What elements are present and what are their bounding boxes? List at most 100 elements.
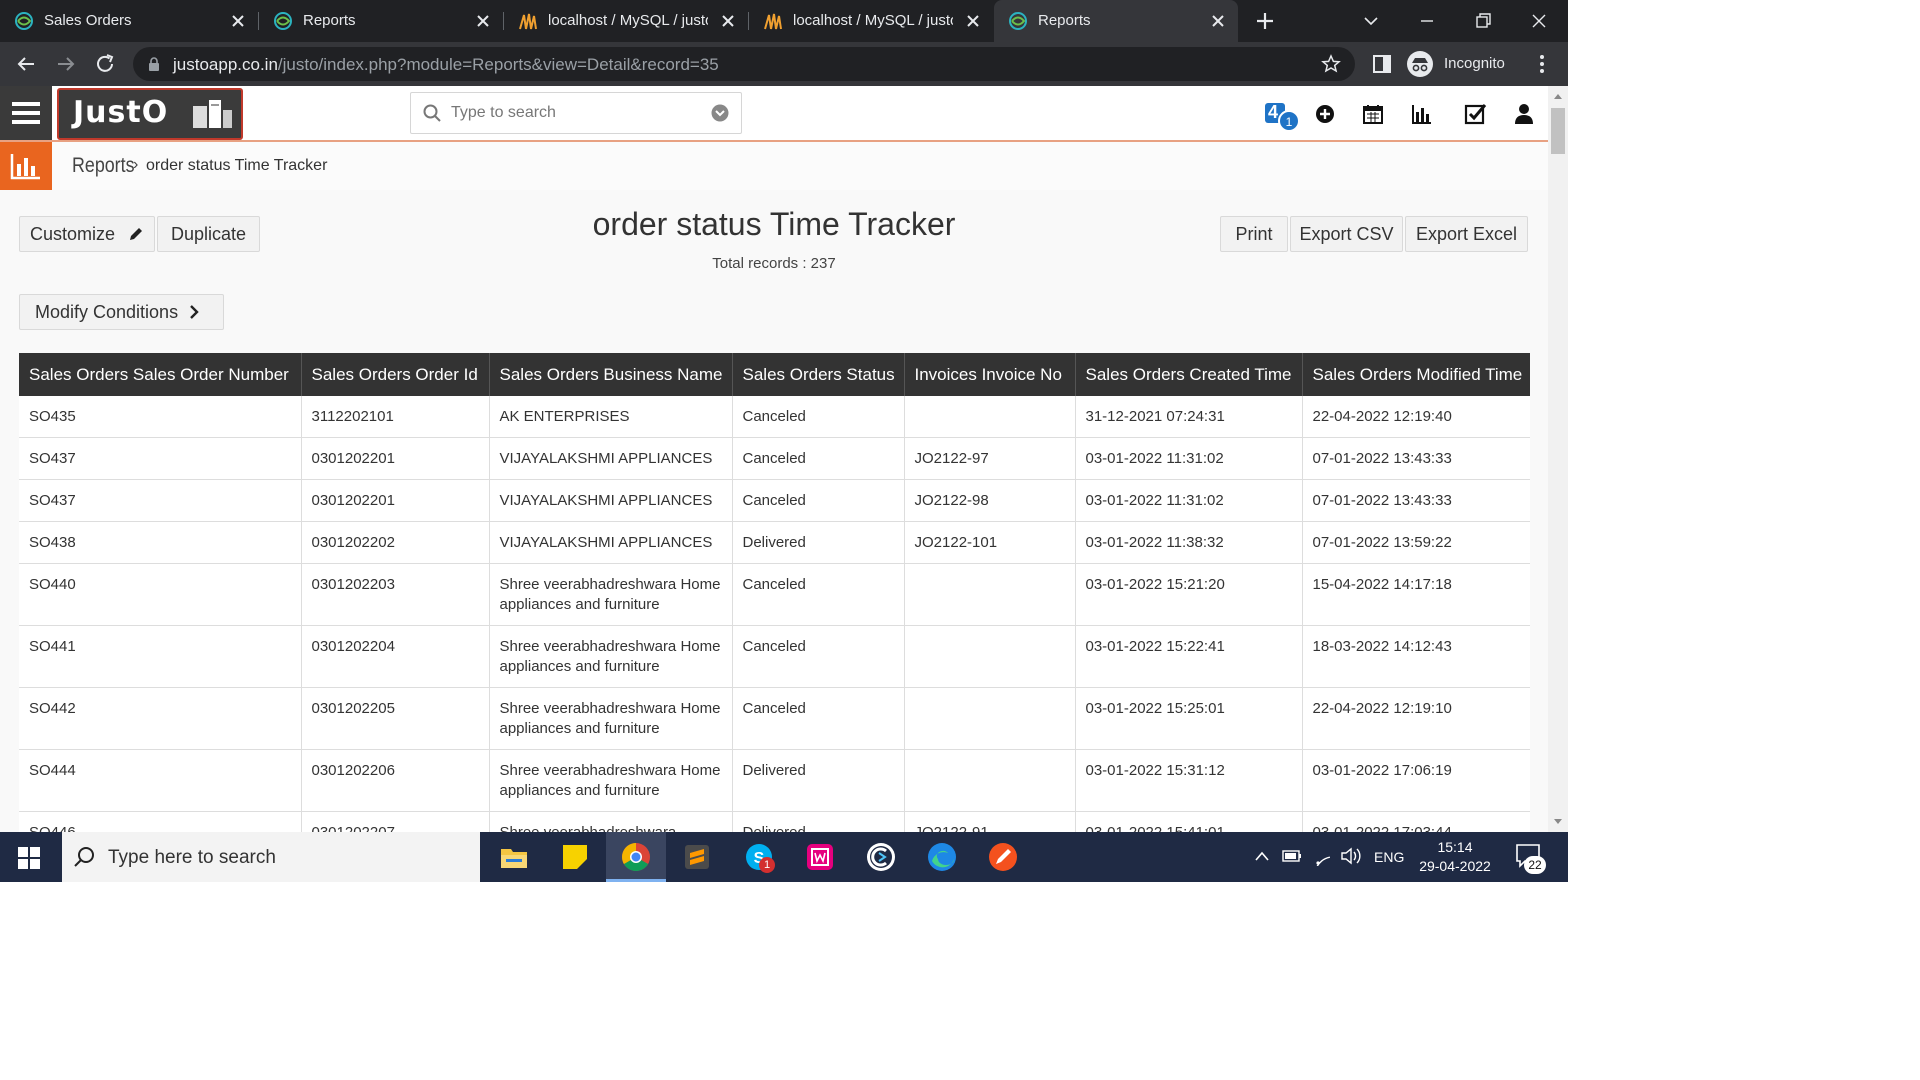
show-hidden-icons-chevron-icon[interactable]: [1254, 850, 1270, 862]
browser-tab-phpmyadmin-2[interactable]: localhost / MySQL / justo: [749, 0, 993, 42]
lock-icon[interactable]: [147, 56, 161, 72]
column-header[interactable]: Sales Orders Status: [732, 353, 905, 396]
windows-start-icon[interactable]: [18, 847, 40, 869]
browser-tab-reports-active[interactable]: Reports: [994, 0, 1238, 42]
new-tab-icon[interactable]: [1252, 8, 1278, 34]
table-cell: [904, 563, 1076, 626]
close-tab-icon[interactable]: [473, 11, 493, 31]
tasks-checkbox-icon[interactable]: [1463, 102, 1487, 126]
reports-module-tile[interactable]: [0, 142, 52, 190]
volume-icon[interactable]: [1340, 846, 1362, 866]
table-cell: SO440: [19, 563, 302, 626]
file-explorer-icon[interactable]: [498, 841, 530, 873]
skype-taskbar[interactable]: S 1: [743, 841, 777, 875]
table-cell: 03-01-2022 17:03:44: [1302, 811, 1530, 833]
scroll-up-arrow-icon[interactable]: [1553, 92, 1563, 100]
table-cell: Canceled: [732, 625, 905, 688]
bookmark-star-icon[interactable]: [1321, 54, 1341, 74]
url-path: /justo/index.php?module=Reports&view=Det…: [277, 55, 719, 74]
user-profile-icon[interactable]: [1512, 102, 1536, 126]
reports-chart-icon[interactable]: [1410, 102, 1434, 126]
taskbar-clock[interactable]: 15:14 29-04-2022: [1410, 838, 1500, 876]
browser-tab-phpmyadmin-1[interactable]: localhost / MySQL / justo: [504, 0, 748, 42]
modify-conditions-label: Modify Conditions: [35, 302, 179, 322]
taskbar-search[interactable]: Type here to search: [62, 832, 480, 882]
back-arrow-icon[interactable]: [14, 52, 38, 76]
duplicate-button[interactable]: Duplicate: [157, 216, 260, 252]
skype-badge: 1: [759, 857, 775, 873]
taskbar-search-placeholder: Type here to search: [108, 847, 276, 868]
ccleaner-icon[interactable]: [865, 841, 897, 873]
scroll-down-arrow-icon[interactable]: [1553, 818, 1563, 826]
search-input[interactable]: [449, 101, 703, 125]
sticky-notes-icon[interactable]: [559, 841, 591, 873]
wifi-icon[interactable]: [1312, 846, 1334, 866]
column-header[interactable]: Sales Orders Order Id: [301, 353, 490, 396]
table-cell: 22-04-2022 12:19:40: [1302, 396, 1530, 438]
url-bar[interactable]: justoapp.co.in/justo/index.php?module=Re…: [133, 47, 1355, 81]
edge-icon[interactable]: [926, 841, 958, 873]
wamp-server-icon[interactable]: [804, 841, 836, 873]
table-cell: 03-01-2022 17:06:19: [1302, 749, 1530, 812]
minimize-icon[interactable]: [1414, 8, 1440, 34]
side-panel-icon[interactable]: [1370, 52, 1394, 76]
column-header[interactable]: Sales Orders Modified Time: [1302, 353, 1530, 396]
table-cell: Shree veerabhadreshwara Home appliances …: [489, 687, 733, 750]
close-tab-icon[interactable]: [1208, 11, 1228, 31]
table-cell: Shree veerabhadreshwara Home appliances …: [489, 625, 733, 688]
column-header[interactable]: Sales Orders Created Time: [1075, 353, 1303, 396]
close-tab-icon[interactable]: [963, 11, 983, 31]
page-scrollbar[interactable]: [1548, 86, 1568, 832]
incognito-icon: [1407, 51, 1433, 77]
column-header[interactable]: Sales Orders Business Name: [489, 353, 733, 396]
notifications-button[interactable]: 4 1: [1264, 100, 1304, 132]
action-center-button[interactable]: 22: [1514, 842, 1546, 874]
column-header[interactable]: Sales Orders Sales Order Number: [19, 353, 302, 396]
table-cell: 07-01-2022 13:59:22: [1302, 521, 1530, 564]
app-header: JustO 4 1: [0, 86, 1548, 142]
table-cell: SO437: [19, 479, 302, 522]
quick-create-plus-icon[interactable]: [1313, 102, 1337, 126]
customize-button[interactable]: Customize: [19, 216, 155, 252]
table-row: SO446 0301202207 Shree veerabhadreshwara…: [19, 811, 1530, 833]
table-cell: Shree veerabhadreshwara: [489, 811, 733, 833]
breadcrumb-reports-link[interactable]: Reports: [72, 154, 135, 178]
scrollbar-thumb[interactable]: [1551, 108, 1565, 154]
calendar-icon[interactable]: [1361, 102, 1385, 126]
phpmyadmin-favicon-icon: [764, 13, 782, 30]
close-tab-icon[interactable]: [228, 11, 248, 31]
table-cell: 03-01-2022 11:31:02: [1075, 437, 1303, 480]
export-excel-button[interactable]: Export Excel: [1405, 216, 1528, 252]
sublime-text-icon[interactable]: [681, 841, 713, 873]
menu-toggle-button[interactable]: [0, 86, 52, 140]
battery-icon[interactable]: [1282, 848, 1302, 864]
browser-tab-sales-orders[interactable]: Sales Orders: [0, 0, 258, 42]
tab-title: Reports: [1038, 12, 1091, 29]
browser-tab-reports[interactable]: Reports: [259, 0, 503, 42]
close-window-icon[interactable]: [1526, 8, 1552, 34]
justo-logo[interactable]: JustO: [57, 88, 243, 140]
restore-icon[interactable]: [1470, 8, 1496, 34]
export-csv-button[interactable]: Export CSV: [1290, 216, 1403, 252]
forward-arrow-icon[interactable]: [54, 52, 78, 76]
modify-conditions-button[interactable]: Modify Conditions: [19, 294, 224, 330]
report-table: Sales Orders Sales Order Number Sales Or…: [19, 353, 1530, 833]
table-cell: 0301202203: [301, 563, 490, 626]
reload-icon[interactable]: [93, 52, 117, 76]
browser-toolbar: justoapp.co.in/justo/index.php?module=Re…: [0, 42, 1568, 86]
close-tab-icon[interactable]: [718, 11, 738, 31]
language-indicator[interactable]: ENG: [1374, 849, 1404, 865]
browser-menu-icon[interactable]: [1530, 52, 1554, 76]
url-text[interactable]: justoapp.co.in/justo/index.php?module=Re…: [173, 55, 719, 75]
phpmyadmin-favicon-icon: [519, 13, 537, 30]
table-cell: 0301202206: [301, 749, 490, 812]
tab-search-chevron-icon[interactable]: [1358, 8, 1384, 34]
global-search[interactable]: [410, 92, 742, 134]
table-row: SO440 0301202203 Shree veerabhadreshwara…: [19, 563, 1530, 626]
print-button[interactable]: Print: [1220, 216, 1288, 252]
column-header[interactable]: Invoices Invoice No: [904, 353, 1076, 396]
chrome-taskbar-active[interactable]: [606, 832, 666, 882]
search-options-chevron-icon[interactable]: [711, 104, 729, 122]
drawing-app-icon[interactable]: [987, 841, 1019, 873]
table-cell: Canceled: [732, 479, 905, 522]
